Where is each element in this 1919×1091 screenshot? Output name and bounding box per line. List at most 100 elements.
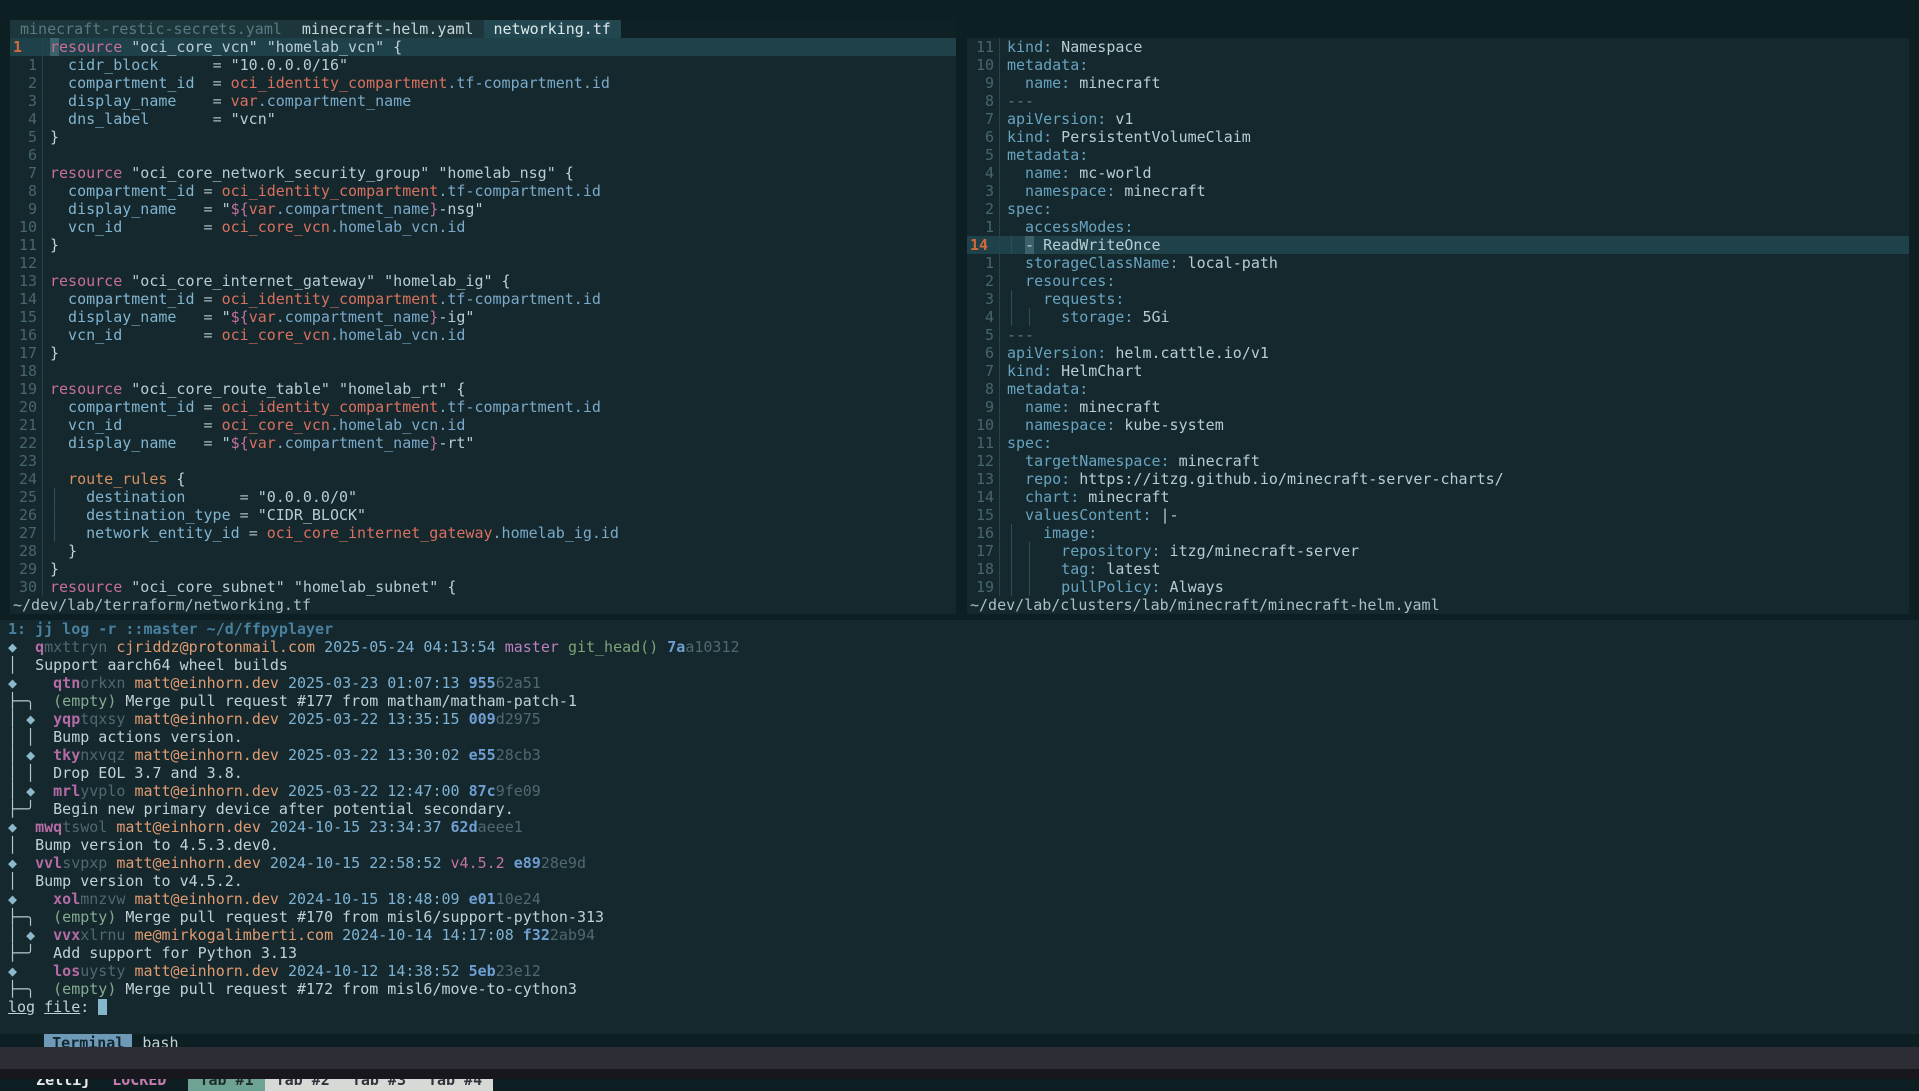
- editor-line: 11kind: Namespace: [967, 38, 1909, 56]
- editor-line: 12: [10, 254, 956, 272]
- line-number: 14: [967, 236, 1000, 254]
- editor-left-lines: 1resource "oci_core_vcn" "homelab_vcn" {…: [10, 38, 956, 596]
- editor-line: 1 accessModes:: [967, 218, 1909, 236]
- jj-log-line: ◆ vvlsvpxp matt@einhorn.dev 2024-10-15 2…: [8, 854, 1919, 872]
- line-number: 28: [10, 542, 43, 560]
- editor-line: 7kind: HelmChart: [967, 362, 1909, 380]
- editor-line: 17│ │ repository: itzg/minecraft-server: [967, 542, 1909, 560]
- line-number: 15: [10, 308, 43, 326]
- jj-log-line: │ Bump version to 4.5.3.dev0.: [8, 836, 1919, 854]
- editor-line: 15 valuesContent: |-: [967, 506, 1909, 524]
- editor-line: 20 compartment_id = oci_identity_compart…: [10, 398, 956, 416]
- jj-log-line: │ │ Drop EOL 3.7 and 3.8.: [8, 764, 1919, 782]
- jj-log-line: │ Bump version to v4.5.2.: [8, 872, 1919, 890]
- line-number: 12: [10, 254, 43, 272]
- line-number: 11: [967, 38, 1000, 56]
- line-number: 3: [967, 290, 1000, 308]
- jj-log-line: │ │ Bump actions version.: [8, 728, 1919, 746]
- editor-line: 6: [10, 146, 956, 164]
- editor-line: 13 repo: https://itzg.github.io/minecraf…: [967, 470, 1909, 488]
- buffer-tab-networking.tf[interactable]: networking.tf: [484, 20, 621, 38]
- line-number: 1: [967, 218, 1000, 236]
- jj-log-output: ◆ qmxttryn cjriddz@protonmail.com 2025-0…: [8, 638, 1919, 998]
- editor-line: 22 display_name = "${var.compartment_nam…: [10, 434, 956, 452]
- line-number: 5: [967, 326, 1000, 344]
- editor-line: 5}: [10, 128, 956, 146]
- editor-line: 10 namespace: kube-system: [967, 416, 1909, 434]
- editor-line: 1 cidr_block = "10.0.0.0/16": [10, 56, 956, 74]
- editor-line: 17}: [10, 344, 956, 362]
- line-number: 6: [10, 146, 43, 164]
- line-number: 7: [967, 110, 1000, 128]
- editor-line: 13resource "oci_core_internet_gateway" "…: [10, 272, 956, 290]
- editor-line: 7resource "oci_core_network_security_gro…: [10, 164, 956, 182]
- statusline-path-left: ~/dev/lab/terraform/networking.tf: [10, 596, 956, 614]
- line-number: 14: [967, 488, 1000, 506]
- line-number: 8: [967, 380, 1000, 398]
- line-number: 13: [967, 470, 1000, 488]
- line-number: 18: [967, 560, 1000, 578]
- editor-line: 5metadata:: [967, 146, 1909, 164]
- terminal-title: 1: jj log -r ::master ~/d/ffpyplayer: [8, 620, 1919, 638]
- line-number: 25: [10, 488, 43, 506]
- line-number: 19: [10, 380, 43, 398]
- line-number: 23: [10, 452, 43, 470]
- jj-log-line: │ ◆ vvxxlrnu me@mirkogalimberti.com 2024…: [8, 926, 1919, 944]
- bufferline-fill: [621, 20, 956, 38]
- editor-line: 1resource "oci_core_vcn" "homelab_vcn" {: [10, 38, 956, 56]
- editor-line: 9 name: minecraft: [967, 398, 1909, 416]
- buffer-tab-minecraft-helm.yaml[interactable]: minecraft-helm.yaml: [292, 20, 484, 38]
- jj-log-line: ◆ losuysty matt@einhorn.dev 2024-10-12 1…: [8, 962, 1919, 980]
- editor-line: 14│ - ReadWriteOnce: [967, 236, 1909, 254]
- jj-log-line: ◆ qmxttryn cjriddz@protonmail.com 2025-0…: [8, 638, 1919, 656]
- editor-pane-right[interactable]: 11kind: Namespace10metadata:9 name: mine…: [967, 38, 1909, 614]
- editor-line: 4 name: mc-world: [967, 164, 1909, 182]
- editor-line: 18: [10, 362, 956, 380]
- editor-line: 10metadata:: [967, 56, 1909, 74]
- line-number: 8: [967, 92, 1000, 110]
- line-number: 4: [10, 110, 43, 128]
- line-number: 21: [10, 416, 43, 434]
- editor-line: 5---: [967, 326, 1909, 344]
- editor-line: 7apiVersion: v1: [967, 110, 1909, 128]
- line-number: 24: [10, 470, 43, 488]
- editor-line: 12 targetNamespace: minecraft: [967, 452, 1909, 470]
- editor-pane-left[interactable]: minecraft-restic-secrets.yamlminecraft-h…: [10, 20, 956, 614]
- editor-line: 1 storageClassName: local-path: [967, 254, 1909, 272]
- line-number: 13: [10, 272, 43, 290]
- line-number: 9: [967, 398, 1000, 416]
- line-number: 22: [10, 434, 43, 452]
- editor-line: 19resource "oci_core_route_table" "homel…: [10, 380, 956, 398]
- editor-line: 30resource "oci_core_subnet" "homelab_su…: [10, 578, 956, 596]
- line-number: 2: [967, 200, 1000, 218]
- editor-line: 3│ requests:: [967, 290, 1909, 308]
- terminal-pane[interactable]: 1: jj log -r ::master ~/d/ffpyplayer ◆ q…: [0, 620, 1919, 1034]
- editor-line: 25│ destination = "0.0.0.0/0": [10, 488, 956, 506]
- jj-log-line: │ ◆ yqptqxsy matt@einhorn.dev 2025-03-22…: [8, 710, 1919, 728]
- editor-line: 8metadata:: [967, 380, 1909, 398]
- editor-line: 9 name: minecraft: [967, 74, 1909, 92]
- editor-line: 11}: [10, 236, 956, 254]
- editor-line: 3 namespace: minecraft: [967, 182, 1909, 200]
- line-number: 10: [10, 218, 43, 236]
- line-number: 9: [967, 74, 1000, 92]
- buffer-tab-minecraft-restic-secrets.yaml[interactable]: minecraft-restic-secrets.yaml: [10, 20, 292, 38]
- line-number: 1: [10, 38, 43, 56]
- line-number: 7: [967, 362, 1000, 380]
- line-number: 29: [10, 560, 43, 578]
- editor-line: 2spec:: [967, 200, 1909, 218]
- jj-log-line: ├─╯ Add support for Python 3.13: [8, 944, 1919, 962]
- line-number: 9: [10, 200, 43, 218]
- line-number: 20: [10, 398, 43, 416]
- jj-log-line: ◆ xolmnzvw matt@einhorn.dev 2024-10-15 1…: [8, 890, 1919, 908]
- jj-log-line: ├─╮ (empty) Merge pull request #170 from…: [8, 908, 1919, 926]
- line-number: 18: [10, 362, 43, 380]
- line-number: 3: [967, 182, 1000, 200]
- terminal-prompt[interactable]: log file:: [8, 998, 1919, 1016]
- line-number: 14: [10, 290, 43, 308]
- bufferline: minecraft-restic-secrets.yamlminecraft-h…: [10, 20, 956, 38]
- statusline-path-right: ~/dev/lab/clusters/lab/minecraft/minecra…: [967, 596, 1909, 614]
- line-number: 12: [967, 452, 1000, 470]
- terminal-statusline: Terminalbash: [8, 1016, 1919, 1034]
- line-number: 4: [967, 164, 1000, 182]
